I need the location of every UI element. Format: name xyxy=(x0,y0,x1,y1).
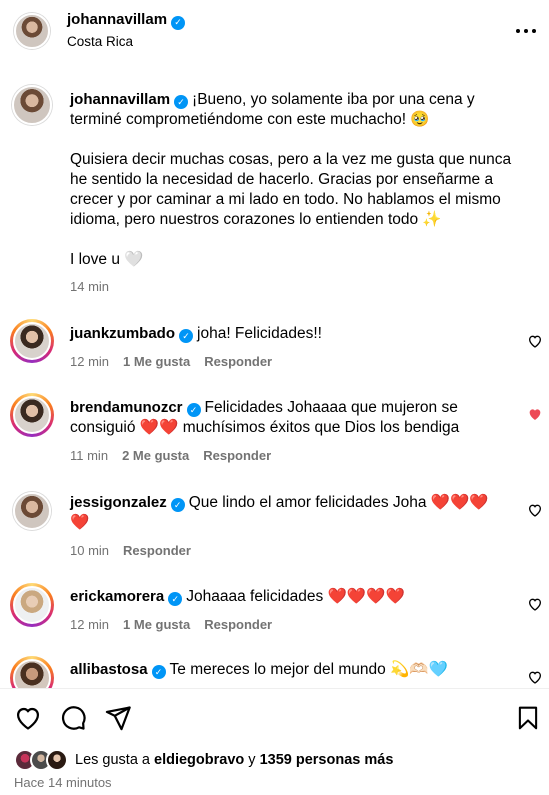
comment-avatar[interactable] xyxy=(10,319,54,363)
comment-time: 12 min xyxy=(70,617,110,632)
comment-likes[interactable]: 2 Me gusta xyxy=(122,448,189,463)
caption-time: 14 min xyxy=(70,279,110,294)
comment-icon[interactable] xyxy=(59,704,87,732)
reply-button[interactable]: Responder xyxy=(123,543,191,558)
liker-avatars xyxy=(14,749,72,771)
comment-username[interactable]: allibastosa xyxy=(70,661,148,678)
comment-time: 12 min xyxy=(70,354,110,369)
caption: johannavillam ✓ ¡Bueno, yo solamente iba p… xyxy=(70,90,530,270)
verified-icon: ✓ xyxy=(168,592,183,606)
likes-conj: y xyxy=(248,752,256,768)
verified-icon: ✓ xyxy=(179,329,194,343)
caption-avatar[interactable] xyxy=(12,85,52,125)
header-username[interactable]: johannavillam xyxy=(67,11,167,28)
comment-text: joha! Felicidades!! xyxy=(197,325,322,342)
comment-likes[interactable]: 1 Me gusta xyxy=(123,617,190,632)
comment: allibastosa ✓ Te mereces lo mejor del mund… xyxy=(70,660,510,680)
comment: jessigonzalez ✓ Que lindo el amor felicida… xyxy=(70,493,500,533)
comment-username[interactable]: juankzumbado xyxy=(70,325,175,342)
comment-heart-icon[interactable] xyxy=(527,669,543,685)
header-user[interactable]: johannavillam ✓ xyxy=(67,11,189,30)
comment-avatar[interactable] xyxy=(10,393,54,437)
bookmark-icon[interactable] xyxy=(515,704,541,732)
comment-likes[interactable]: 1 Me gusta xyxy=(123,354,190,369)
comment-meta: 11 min 2 Me gusta Responder xyxy=(70,448,271,463)
comment-heart-icon[interactable] xyxy=(527,333,543,349)
comment-meta: 12 min 1 Me gusta Responder xyxy=(70,617,272,632)
likes-others[interactable]: 1359 personas más xyxy=(260,752,394,768)
comment-meta: 10 min Responder xyxy=(70,543,191,558)
post-timestamp: Hace 14 minutos xyxy=(14,775,112,790)
comment: erickamorera ✓ Johaaaa felicidades ❤️❤️❤️❤… xyxy=(70,587,510,607)
comment: brendamunozcr ✓ Felicidades Johaaaa que mu… xyxy=(70,398,490,438)
send-icon[interactable] xyxy=(104,704,132,732)
likes-summary[interactable]: Les gusta a eldiegobravo y 1359 personas… xyxy=(75,752,393,768)
comment-username[interactable]: brendamunozcr xyxy=(70,399,183,416)
caption-love: I love u 🤍 xyxy=(70,251,144,268)
verified-icon: ✓ xyxy=(171,15,186,30)
caption-username[interactable]: johannavillam xyxy=(70,91,170,108)
comment-avatar[interactable] xyxy=(10,656,54,688)
likes-prefix: Les gusta a xyxy=(75,752,150,768)
divider xyxy=(0,688,549,689)
header-avatar[interactable] xyxy=(14,13,50,49)
heart-icon[interactable] xyxy=(14,704,42,732)
comment-meta: 12 min 1 Me gusta Responder xyxy=(70,354,272,369)
comment-avatar[interactable] xyxy=(13,492,51,530)
comment-time: 10 min xyxy=(70,543,110,558)
comment-heart-filled-icon[interactable] xyxy=(527,406,543,422)
header-location[interactable]: Costa Rica xyxy=(67,34,133,49)
comment-clipped: allibastosa ✓ Te mereces lo mejor del mund… xyxy=(0,650,549,688)
likes-user[interactable]: eldiegobravo xyxy=(154,752,244,768)
caption-paragraph: Quisiera decir muchas cosas, pero a la v… xyxy=(70,151,512,228)
comment-heart-icon[interactable] xyxy=(527,502,543,518)
comment-text: Te mereces lo mejor del mundo 💫🫶🏻🩵 xyxy=(169,661,448,678)
comment-text: Johaaaa felicidades ❤️❤️❤️❤️ xyxy=(186,588,405,605)
verified-icon: ✓ xyxy=(174,95,189,109)
comment: juankzumbado ✓ joha! Felicidades!! xyxy=(70,324,510,344)
comment-time: 11 min xyxy=(70,448,109,463)
reply-button[interactable]: Responder xyxy=(204,354,272,369)
comment-username[interactable]: erickamorera xyxy=(70,588,164,605)
reply-button[interactable]: Responder xyxy=(203,448,271,463)
more-horizontal-icon[interactable] xyxy=(515,22,537,40)
verified-icon: ✓ xyxy=(186,403,201,417)
verified-icon: ✓ xyxy=(151,665,166,679)
comment-avatar[interactable] xyxy=(10,583,54,627)
verified-icon: ✓ xyxy=(170,498,185,512)
comment-heart-icon[interactable] xyxy=(527,596,543,612)
comment-username[interactable]: jessigonzalez xyxy=(70,494,167,511)
reply-button[interactable]: Responder xyxy=(204,617,272,632)
